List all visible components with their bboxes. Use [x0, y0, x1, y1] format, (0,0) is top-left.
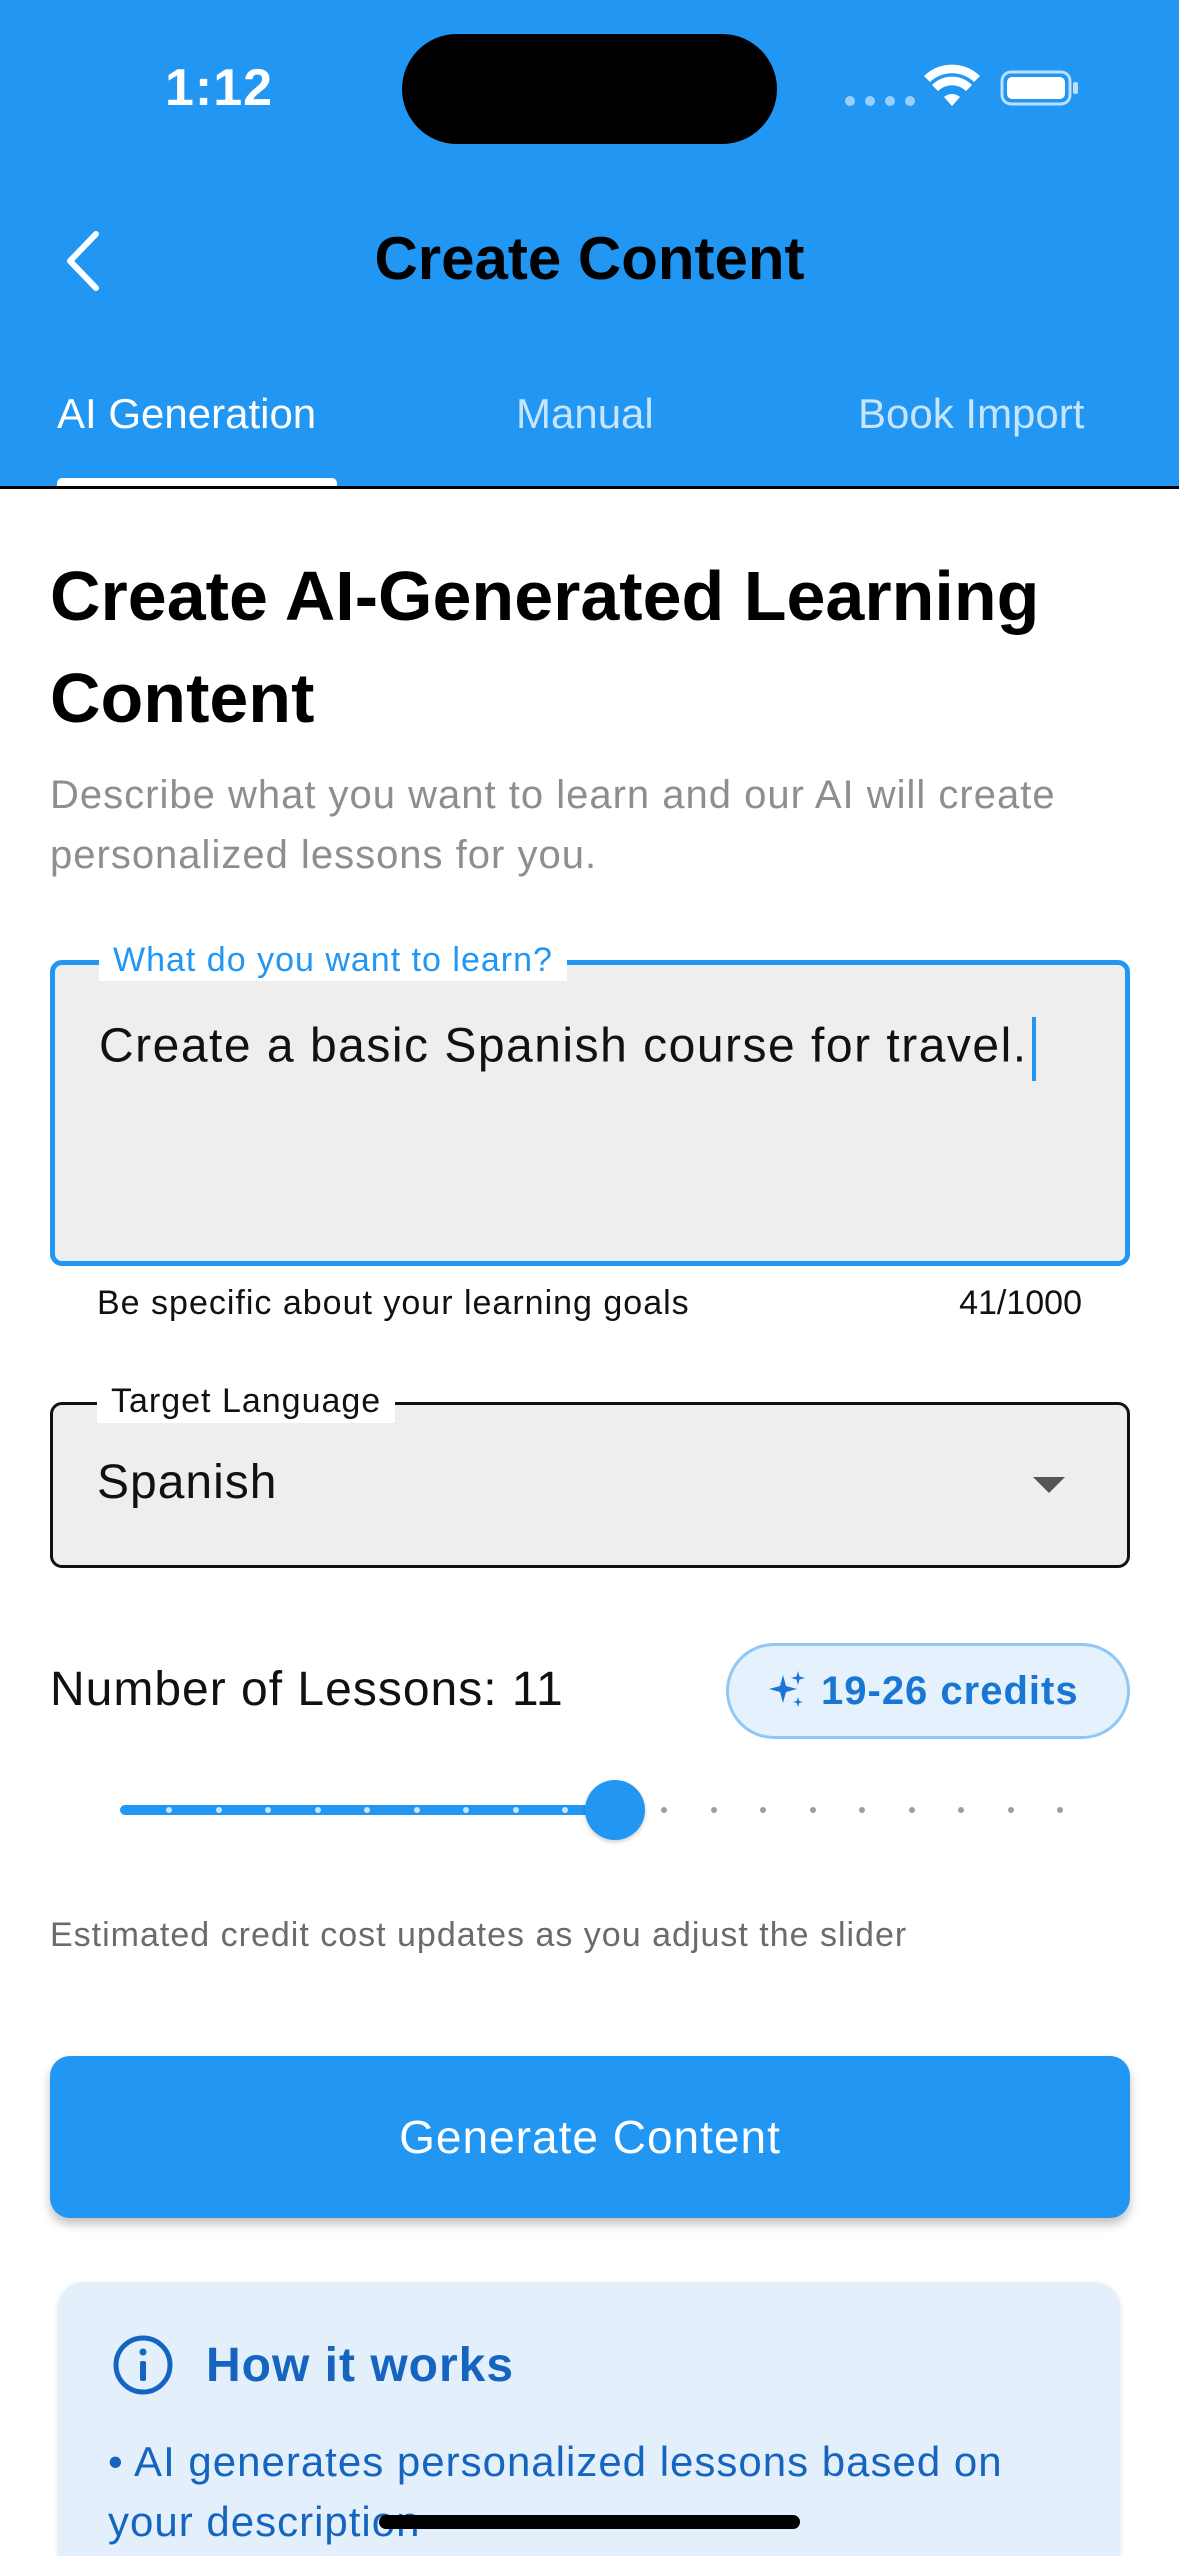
lesson-count-label: Number of Lessons: 11	[50, 1663, 564, 1716]
slider-tick	[314, 1807, 321, 1813]
info-icon	[113, 2335, 173, 2395]
tab-ai-generation[interactable]: AI Generation	[57, 380, 316, 488]
slider-note: Estimated credit cost updates as you adj…	[50, 1916, 908, 1954]
slider-tick	[859, 1807, 866, 1813]
slider-tick	[1057, 1807, 1063, 1813]
slider-tick	[908, 1807, 915, 1813]
slider-tick	[661, 1807, 668, 1813]
dynamic-island	[402, 34, 777, 144]
slider-tick	[413, 1807, 420, 1813]
cellular-signal-icon	[845, 96, 915, 106]
character-counter: 41/1000	[959, 1284, 1082, 1322]
page-title: Create Content	[374, 225, 805, 292]
slider-tick	[215, 1807, 222, 1813]
slider-tick	[958, 1807, 965, 1813]
lesson-count-slider[interactable]	[120, 1780, 1063, 1840]
learn-goal-label: What do you want to learn?	[99, 939, 567, 981]
how-it-works-bullet: • AI generates personalized lessons base…	[108, 2438, 1003, 2545]
learn-goal-input[interactable]: What do you want to learn? Create a basi…	[50, 939, 1130, 1266]
app-header: 1:12 Create Content AI Generation Manual…	[0, 0, 1179, 489]
header-divider	[0, 486, 1179, 489]
learn-goal-value: Create a basic Spanish course for travel…	[99, 1019, 1028, 1073]
slider-tick	[760, 1807, 767, 1813]
slider-tick	[1007, 1807, 1014, 1813]
sparkle-icon	[769, 1671, 805, 1707]
section-title: Create AI-Generated Learning Content	[50, 557, 1040, 737]
tab-bar: AI Generation Manual Book Import	[0, 380, 1179, 488]
learn-goal-helper: Be specific about your learning goals	[97, 1284, 690, 1322]
credits-estimate: 19-26 credits	[821, 1668, 1079, 1713]
target-language-select[interactable]: Target Language Spanish	[50, 1379, 1130, 1568]
wifi-icon	[924, 64, 980, 106]
slider-tick	[710, 1807, 717, 1813]
target-language-label: Target Language	[97, 1379, 396, 1423]
generate-content-button[interactable]: Generate Content	[50, 2056, 1130, 2218]
slider-thumb[interactable]	[584, 1780, 645, 1840]
slider-tick	[512, 1807, 519, 1813]
screen: 1:12 Create Content AI Generation Manual…	[0, 0, 1179, 2556]
battery-icon	[1000, 70, 1078, 106]
chevron-down-icon	[1033, 1477, 1065, 1493]
target-language-value: Spanish	[97, 1456, 278, 1509]
tab-manual[interactable]: Manual	[516, 380, 654, 488]
text-cursor	[1031, 1017, 1036, 1081]
credits-badge: 19-26 credits	[726, 1643, 1130, 1739]
status-time: 1:12	[165, 59, 274, 117]
slider-tick	[809, 1807, 816, 1813]
tab-book-import[interactable]: Book Import	[858, 380, 1084, 488]
how-it-works-title: How it works	[206, 2339, 515, 2392]
section-description: Describe what you want to learn and our …	[50, 773, 1056, 877]
home-indicator	[379, 2515, 800, 2529]
learn-goal-value-wrap: Create a basic Spanish course for travel…	[99, 1017, 1036, 1081]
